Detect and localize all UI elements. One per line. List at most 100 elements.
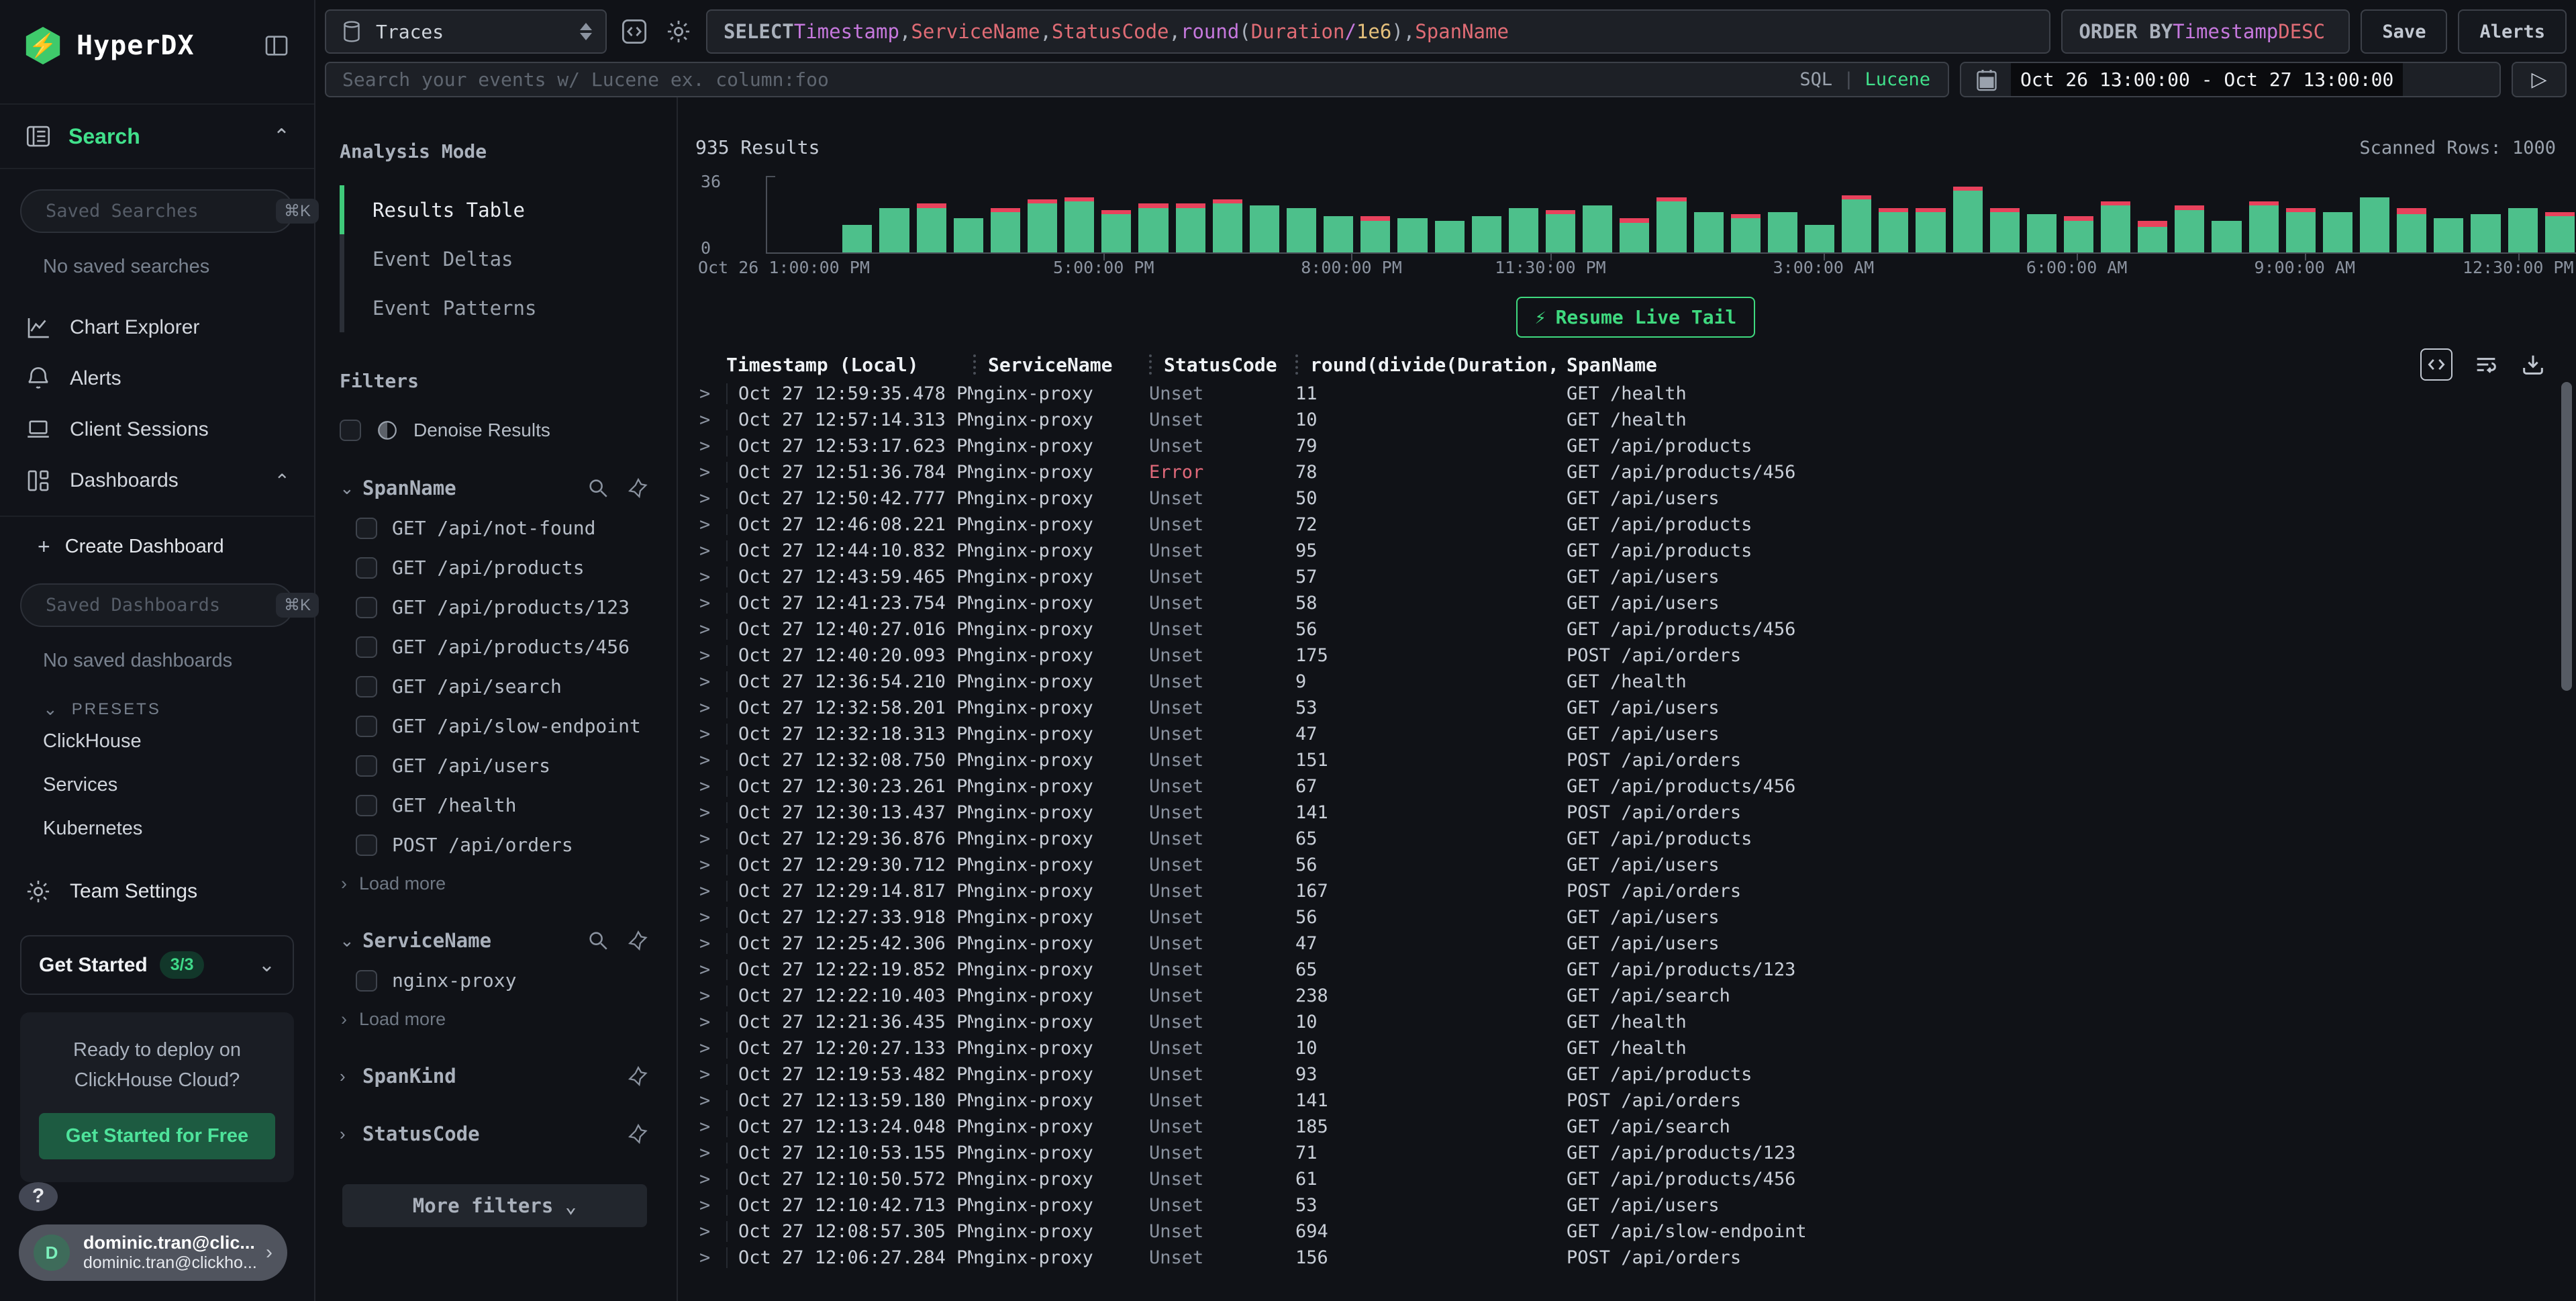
pin-icon[interactable] <box>627 477 650 499</box>
saved-searches-field[interactable] <box>46 201 276 222</box>
run-query-button[interactable]: ▷ <box>2512 62 2567 97</box>
vertical-scrollbar[interactable] <box>2561 382 2572 691</box>
sql-select-input[interactable]: SELECT Timestamp,ServiceName,StatusCode,… <box>706 9 2050 54</box>
pin-icon[interactable] <box>627 929 650 952</box>
row-expand-icon[interactable]: > <box>695 1090 726 1111</box>
sidebar-item-team-settings[interactable]: Team Settings <box>0 851 314 912</box>
histogram-bar[interactable] <box>1397 176 1427 252</box>
analysis-mode-option[interactable]: Event Patterns <box>340 283 650 332</box>
table-row[interactable]: > Oct 27 12:25:42.306 PM nginx-proxy Uns… <box>695 930 2576 957</box>
table-row[interactable]: > Oct 27 12:32:18.313 PM nginx-proxy Uns… <box>695 721 2576 747</box>
filter-item[interactable]: GET /health <box>340 794 650 816</box>
histogram-bar[interactable] <box>1656 176 1686 252</box>
histogram-bar[interactable] <box>1360 176 1390 252</box>
histogram-bar[interactable] <box>1101 176 1131 252</box>
row-expand-icon[interactable]: > <box>695 593 726 614</box>
histogram-bar[interactable] <box>2434 176 2463 252</box>
row-expand-icon[interactable]: > <box>695 619 726 640</box>
table-row[interactable]: > Oct 27 12:22:19.852 PM nginx-proxy Uns… <box>695 957 2576 983</box>
row-expand-icon[interactable]: > <box>695 436 726 456</box>
table-row[interactable]: > Oct 27 12:44:10.832 PM nginx-proxy Uns… <box>695 538 2576 564</box>
histogram-bar[interactable] <box>1064 176 1094 252</box>
filter-item[interactable]: GET /api/products/123 <box>340 596 650 618</box>
histogram-bar[interactable] <box>1324 176 1353 252</box>
filter-item[interactable]: GET /api/slow-endpoint <box>340 715 650 737</box>
histogram-bar[interactable] <box>879 176 909 252</box>
row-expand-icon[interactable]: > <box>695 959 726 980</box>
histogram-bar[interactable] <box>1842 176 1871 252</box>
table-row[interactable]: > Oct 27 12:43:59.465 PM nginx-proxy Uns… <box>695 564 2576 590</box>
table-row[interactable]: > Oct 27 12:40:20.093 PM nginx-proxy Uns… <box>695 642 2576 669</box>
checkbox[interactable] <box>356 834 377 856</box>
histogram-bar[interactable] <box>1953 176 1983 252</box>
table-row[interactable]: > Oct 27 12:08:57.305 PM nginx-proxy Uns… <box>695 1218 2576 1245</box>
histogram-plot[interactable]: Oct 26 1:00:00 PM5:00:00 PM8:00:00 PM11:… <box>766 176 2576 254</box>
col-servicename[interactable]: ServiceName <box>973 354 1149 376</box>
histogram-bar[interactable] <box>2397 176 2426 252</box>
histogram-bar[interactable] <box>1176 176 1205 252</box>
table-row[interactable]: > Oct 27 12:29:14.817 PM nginx-proxy Uns… <box>695 878 2576 904</box>
col-duration[interactable]: round(divide(Duration, <box>1295 354 1567 376</box>
denoise-results-checkbox[interactable]: Denoise Results <box>340 419 650 442</box>
table-row[interactable]: > Oct 27 12:32:08.750 PM nginx-proxy Uns… <box>695 747 2576 773</box>
col-statuscode[interactable]: StatusCode <box>1149 354 1295 376</box>
events-histogram[interactable]: 36 0 Oct 26 1:00:00 PM5:00:00 PM8:00:00 … <box>695 176 2576 277</box>
checkbox[interactable] <box>356 795 377 816</box>
histogram-bar[interactable] <box>2175 176 2204 252</box>
table-row[interactable]: > Oct 27 12:06:27.284 PM nginx-proxy Uns… <box>695 1245 2576 1271</box>
histogram-bar[interactable] <box>954 176 983 252</box>
table-row[interactable]: > Oct 27 12:57:14.313 PM nginx-proxy Uns… <box>695 407 2576 433</box>
histogram-bar[interactable] <box>2064 176 2093 252</box>
histogram-bar[interactable] <box>1768 176 1797 252</box>
histogram-bar[interactable] <box>991 176 1020 252</box>
user-menu[interactable]: D dominic.tran@clic... dominic.tran@clic… <box>19 1224 287 1281</box>
col-timestamp[interactable]: Timestamp (Local) <box>726 354 973 376</box>
save-button[interactable]: Save <box>2361 9 2447 54</box>
saved-dashboards-input[interactable]: ⌘K <box>20 583 294 627</box>
histogram-bar[interactable] <box>2101 176 2130 252</box>
histogram-bar[interactable] <box>1731 176 1761 252</box>
table-row[interactable]: > Oct 27 12:32:58.201 PM nginx-proxy Uns… <box>695 695 2576 721</box>
code-toggle-icon[interactable] <box>617 9 651 54</box>
analysis-mode-option[interactable]: Event Deltas <box>340 234 650 283</box>
table-row[interactable]: > Oct 27 12:50:42.777 PM nginx-proxy Uns… <box>695 485 2576 512</box>
code-view-icon[interactable] <box>2420 348 2453 381</box>
row-expand-icon[interactable]: > <box>695 697 726 718</box>
get-started-toggle[interactable]: Get Started 3/3 ⌄ <box>20 935 294 995</box>
histogram-bar[interactable] <box>805 176 835 252</box>
filter-item[interactable]: GET /api/products/456 <box>340 636 650 658</box>
presets-toggle[interactable]: ⌄ PRESETS <box>0 679 314 720</box>
histogram-bar[interactable] <box>1620 176 1649 252</box>
filter-group-spankind[interactable]: › SpanKind <box>340 1065 650 1088</box>
preset-item-kubernetes[interactable]: Kubernetes <box>0 807 314 851</box>
table-row[interactable]: > Oct 27 12:36:54.210 PM nginx-proxy Uns… <box>695 669 2576 695</box>
table-row[interactable]: > Oct 27 12:29:30.712 PM nginx-proxy Uns… <box>695 852 2576 878</box>
table-row[interactable]: > Oct 27 12:22:10.403 PM nginx-proxy Uns… <box>695 983 2576 1009</box>
resume-live-tail-button[interactable]: ⚡ Resume Live Tail <box>1516 297 1756 338</box>
row-expand-icon[interactable]: > <box>695 933 726 954</box>
table-row[interactable]: > Oct 27 12:27:33.918 PM nginx-proxy Uns… <box>695 904 2576 930</box>
download-icon[interactable] <box>2520 351 2546 378</box>
histogram-bar[interactable] <box>1879 176 1908 252</box>
histogram-bar[interactable] <box>2360 176 2389 252</box>
help-button[interactable]: ? <box>19 1182 58 1211</box>
table-row[interactable]: > Oct 27 12:21:36.435 PM nginx-proxy Uns… <box>695 1009 2576 1035</box>
histogram-bar[interactable] <box>1028 176 1057 252</box>
row-expand-icon[interactable]: > <box>695 1143 726 1163</box>
filter-item[interactable]: GET /api/products <box>340 557 650 579</box>
histogram-bar[interactable] <box>1805 176 1834 252</box>
row-expand-icon[interactable]: > <box>695 1221 726 1242</box>
histogram-bar[interactable] <box>1990 176 2020 252</box>
more-filters-button[interactable]: More filters ⌄ <box>342 1184 647 1227</box>
filter-item[interactable]: POST /api/orders <box>340 834 650 856</box>
load-more-spanname[interactable]: › Load more <box>340 873 650 894</box>
preset-item-services[interactable]: Services <box>0 763 314 807</box>
histogram-bar[interactable] <box>2286 176 2316 252</box>
row-expand-icon[interactable]: > <box>695 1038 726 1059</box>
histogram-bar[interactable] <box>842 176 872 252</box>
histogram-bar[interactable] <box>2545 176 2575 252</box>
histogram-bar[interactable] <box>917 176 946 252</box>
table-row[interactable]: > Oct 27 12:13:24.048 PM nginx-proxy Uns… <box>695 1114 2576 1140</box>
histogram-bar[interactable] <box>1472 176 1501 252</box>
row-expand-icon[interactable]: > <box>695 776 726 797</box>
